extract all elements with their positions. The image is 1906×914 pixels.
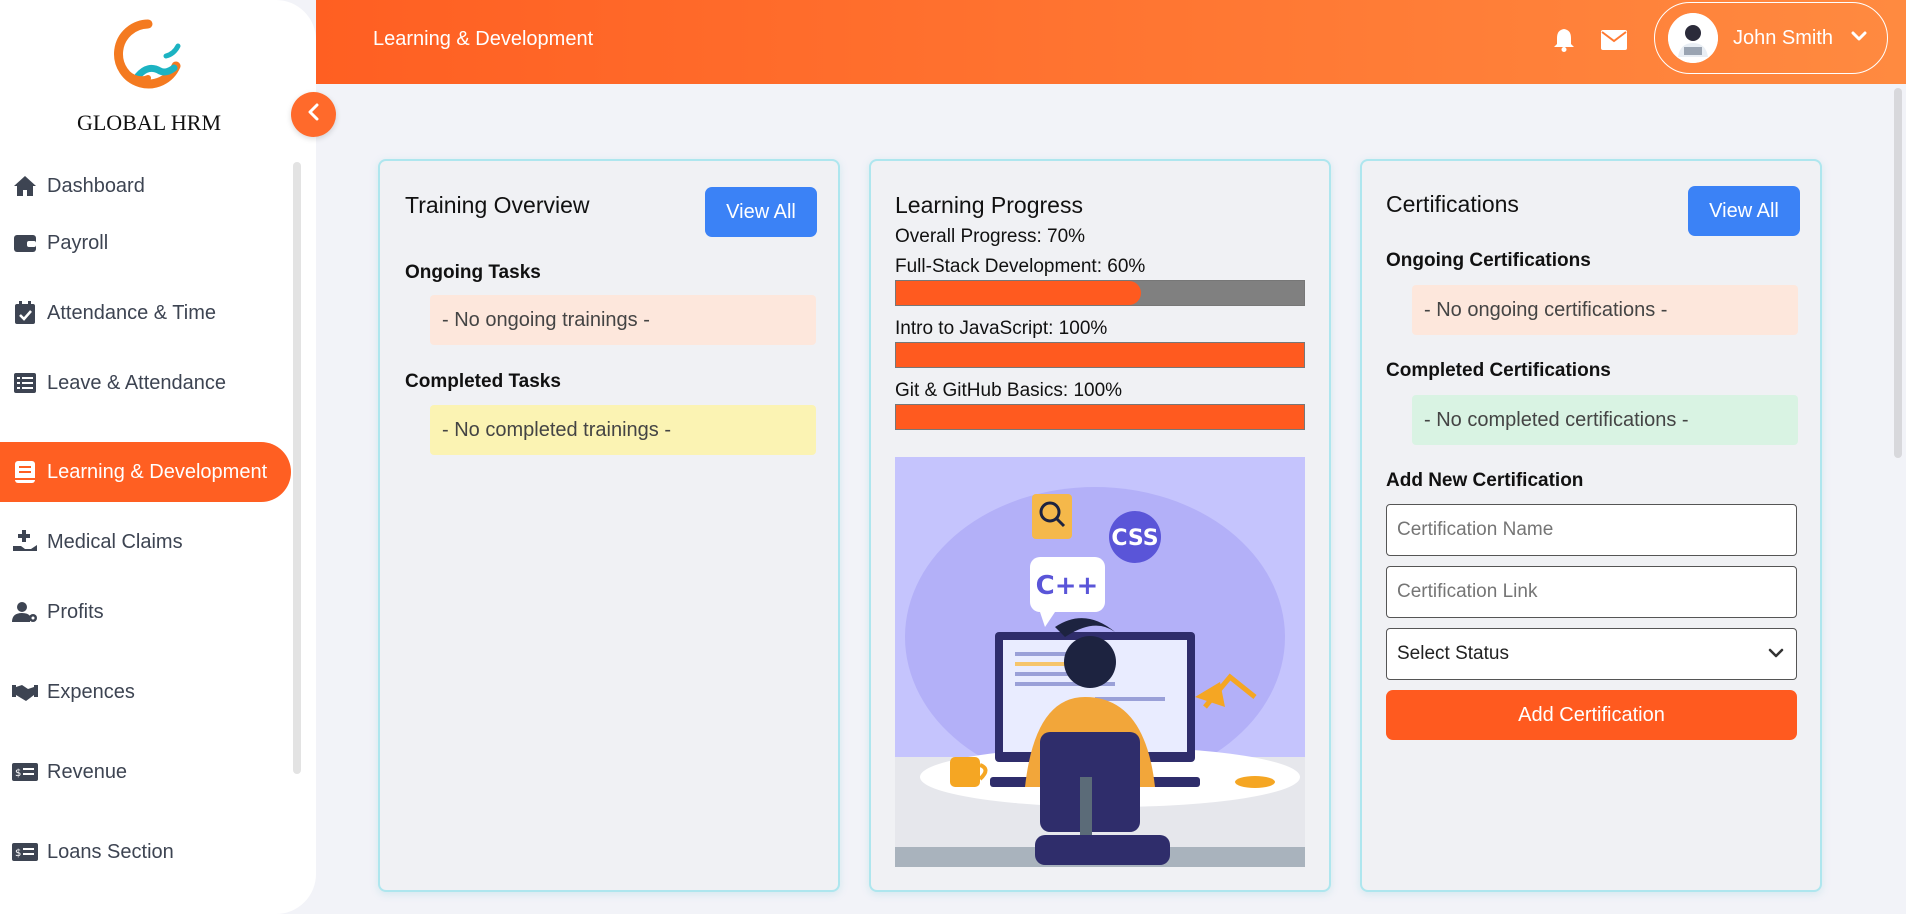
progress-bar xyxy=(895,404,1305,430)
chevron-left-icon xyxy=(307,103,321,126)
progress-bar xyxy=(895,280,1305,306)
sidebar-item-profits[interactable]: Profits xyxy=(0,582,291,642)
sidebar-item-label: Learning & Development xyxy=(47,460,268,483)
training-overview-card: Training Overview View All Ongoing Tasks… xyxy=(378,159,840,892)
page-scrollbar[interactable] xyxy=(1894,88,1902,458)
sidebar-item-payroll[interactable]: Payroll xyxy=(0,213,291,273)
logo xyxy=(108,16,188,96)
completed-tasks-label: Completed Tasks xyxy=(405,371,561,392)
handshake-icon xyxy=(12,679,38,705)
money-check-icon: $ xyxy=(12,759,38,785)
sidebar-item-label: Dashboard xyxy=(47,174,145,197)
user-gear-icon xyxy=(12,599,38,625)
svg-text:$: $ xyxy=(15,768,21,779)
ongoing-certifications-empty: - No ongoing certifications - xyxy=(1412,285,1798,335)
overall-progress-text: Overall Progress: 70% xyxy=(895,226,1086,247)
sidebar-item-learning-development[interactable]: Learning & Development xyxy=(0,442,291,502)
completed-certifications-empty: - No completed certifications - xyxy=(1412,395,1798,445)
certification-link-input[interactable] xyxy=(1386,566,1797,618)
user-name: John Smith xyxy=(1733,26,1834,49)
chevron-down-icon xyxy=(1768,643,1784,665)
sidebar-item-label: Revenue xyxy=(47,760,128,783)
status-select-value: Select Status xyxy=(1397,643,1509,664)
list-icon xyxy=(12,370,38,396)
status-select[interactable]: Select Status xyxy=(1386,628,1797,680)
completed-certifications-label: Completed Certifications xyxy=(1386,360,1611,381)
progress-bar-fill xyxy=(896,405,1304,429)
sidebar-item-medical-claims[interactable]: Medical Claims xyxy=(0,512,291,572)
chevron-down-icon xyxy=(1851,29,1867,47)
money-check-icon: $ xyxy=(12,839,38,865)
svg-text:$: $ xyxy=(15,848,21,859)
sidebar-item-revenue[interactable]: $ Revenue xyxy=(0,742,291,802)
learning-progress-card: Learning Progress Overall Progress: 70% … xyxy=(869,159,1331,892)
ongoing-certifications-label: Ongoing Certifications xyxy=(1386,250,1591,271)
certification-name-input[interactable] xyxy=(1386,504,1797,556)
sidebar-item-label: Attendance & Time xyxy=(47,301,216,324)
sidebar: GLOBAL HRM Dashboard Payroll Attendance … xyxy=(0,0,316,914)
view-all-certifications-button[interactable]: View All xyxy=(1688,186,1800,236)
calendar-check-icon xyxy=(12,300,38,326)
card-title: Certifications xyxy=(1386,191,1519,217)
progress-bar xyxy=(895,342,1305,368)
progress-bar-fill xyxy=(896,343,1304,367)
sidebar-item-label: Payroll xyxy=(47,231,109,254)
sidebar-item-label: Leave & Attendance xyxy=(47,371,227,394)
book-icon xyxy=(12,459,38,485)
sidebar-item-label: Medical Claims xyxy=(47,530,183,553)
sidebar-item-label: Profits xyxy=(47,600,104,623)
top-header: Learning & Development John Smith xyxy=(316,0,1906,84)
sidebar-item-label: Expences xyxy=(47,680,135,703)
developer-illustration: CSS C++ xyxy=(895,457,1305,867)
avatar xyxy=(1668,13,1718,63)
course-progress-label: Full-Stack Development: 60% xyxy=(895,256,1146,277)
medical-hand-icon xyxy=(12,529,38,555)
css-bubble-text: CSS xyxy=(1111,526,1158,551)
cpp-bubble-text: C++ xyxy=(1036,571,1099,601)
mail-icon[interactable] xyxy=(1599,25,1629,55)
card-title: Training Overview xyxy=(405,192,590,218)
sidebar-scrollbar[interactable] xyxy=(293,162,301,774)
brand-name: GLOBAL HRM xyxy=(76,110,222,135)
view-all-trainings-button[interactable]: View All xyxy=(705,187,817,237)
ongoing-trainings-empty: - No ongoing trainings - xyxy=(430,295,816,345)
sidebar-item-leave-attendance[interactable]: Leave & Attendance xyxy=(0,353,291,413)
course-progress-label: Intro to JavaScript: 100% xyxy=(895,318,1108,339)
course-progress-label: Git & GitHub Basics: 100% xyxy=(895,380,1123,401)
sidebar-item-expences[interactable]: Expences xyxy=(0,662,291,722)
certifications-card: Certifications View All Ongoing Certific… xyxy=(1360,159,1822,892)
ongoing-tasks-label: Ongoing Tasks xyxy=(405,262,541,283)
user-menu[interactable]: John Smith xyxy=(1654,2,1888,74)
add-certification-button[interactable]: Add Certification xyxy=(1386,690,1797,740)
completed-trainings-empty: - No completed trainings - xyxy=(430,405,816,455)
sidebar-item-label: Loans Section xyxy=(47,840,174,863)
bell-icon[interactable] xyxy=(1549,25,1579,55)
home-icon xyxy=(12,173,38,199)
sidebar-item-loans-section[interactable]: $ Loans Section xyxy=(0,822,291,882)
sidebar-collapse-button[interactable] xyxy=(291,92,336,137)
progress-bar-fill xyxy=(896,281,1141,305)
add-certification-label: Add New Certification xyxy=(1386,470,1584,491)
card-title: Learning Progress xyxy=(895,192,1083,218)
sidebar-item-dashboard[interactable]: Dashboard xyxy=(0,156,291,216)
sidebar-item-attendance-time[interactable]: Attendance & Time xyxy=(0,283,291,343)
page-title: Learning & Development xyxy=(373,28,594,50)
wallet-icon xyxy=(12,230,38,256)
